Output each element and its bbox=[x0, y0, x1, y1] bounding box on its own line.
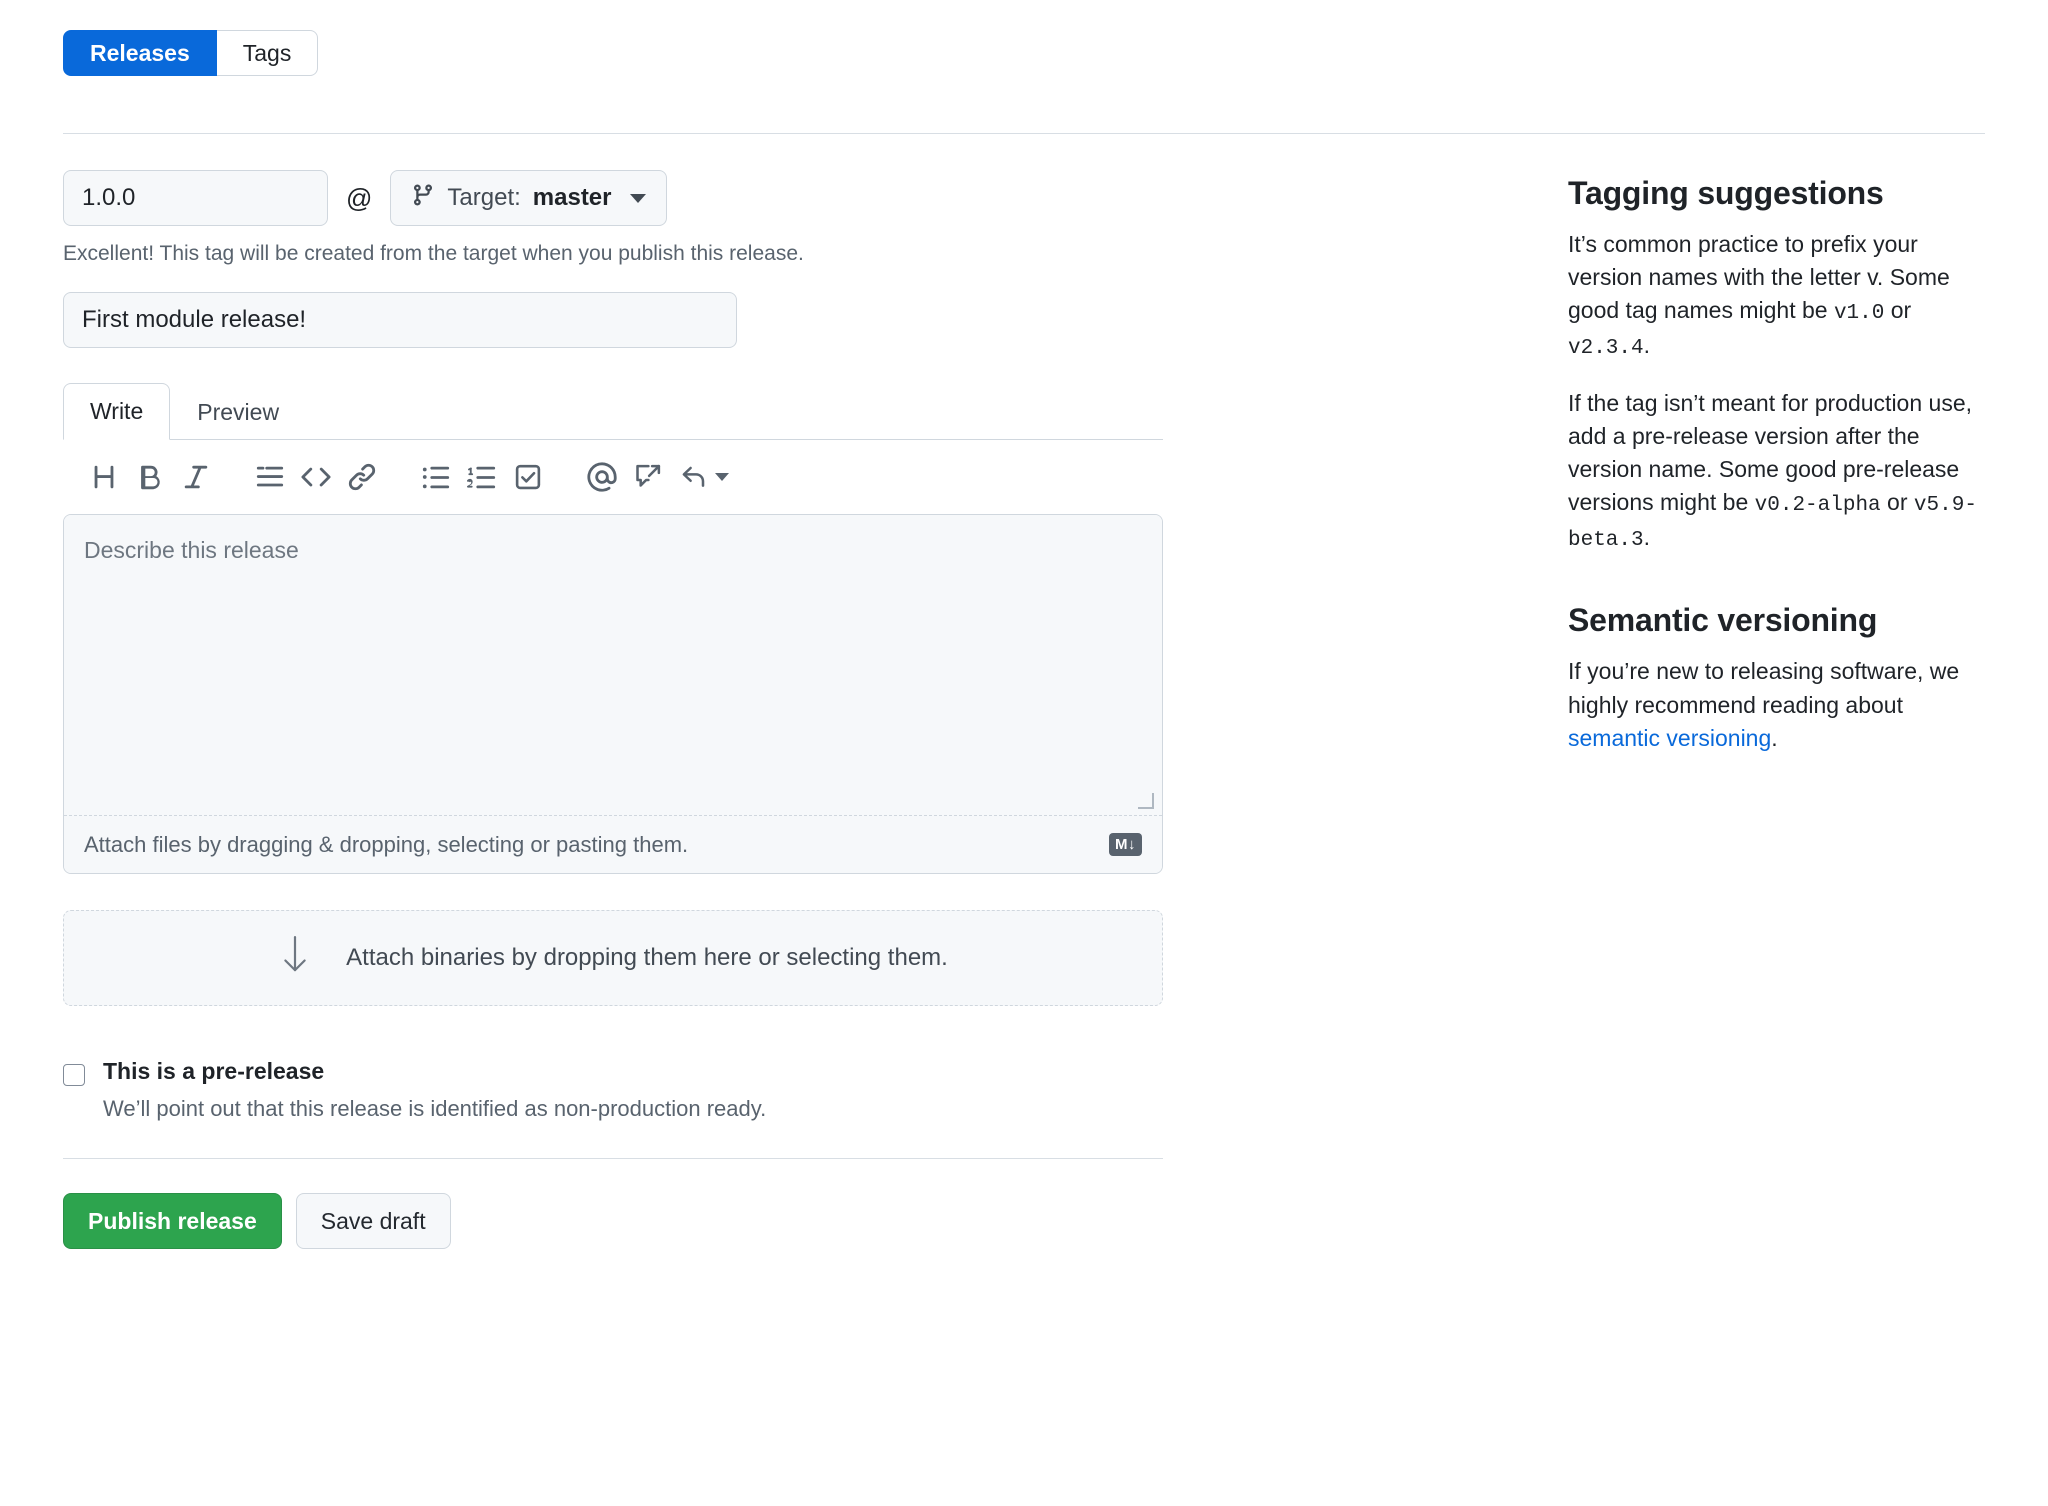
unordered-list-icon[interactable] bbox=[413, 454, 459, 500]
italic-icon[interactable] bbox=[173, 454, 219, 500]
tagging-p1-text-c: . bbox=[1643, 332, 1651, 359]
target-branch-button[interactable]: Target: master bbox=[390, 170, 667, 226]
prerelease-description: We’ll point out that this release is ide… bbox=[103, 1096, 767, 1121]
form-actions: Publish release Save draft bbox=[63, 1193, 1523, 1249]
bold-icon[interactable] bbox=[127, 454, 173, 500]
attach-files-text[interactable]: Attach files by dragging & dropping, sel… bbox=[84, 832, 688, 858]
publish-release-button[interactable]: Publish release bbox=[63, 1193, 282, 1249]
heading-icon[interactable] bbox=[81, 454, 127, 500]
mention-icon[interactable] bbox=[579, 454, 625, 500]
sidebar: Tagging suggestions It’s common practice… bbox=[1568, 175, 1988, 777]
tagging-paragraph-1: It’s common practice to prefix your vers… bbox=[1568, 228, 1988, 365]
tag-example-v2: v2.3.4 bbox=[1568, 337, 1644, 361]
editor-tabs: Write Preview bbox=[63, 382, 1163, 440]
semver-text-a: If you’re new to releasing software, we … bbox=[1568, 658, 1960, 718]
download-arrow-icon bbox=[278, 933, 312, 984]
tag-helper-text: Excellent! This tag will be created from… bbox=[63, 242, 804, 265]
markdown-editor: Attach files by dragging & dropping, sel… bbox=[63, 514, 1163, 874]
tag-row: @ Target: master bbox=[63, 170, 1523, 226]
saved-reply-icon[interactable] bbox=[671, 454, 717, 500]
prerelease-section: This is a pre-release We’ll point out th… bbox=[63, 1058, 1523, 1122]
toolbar-group-lists bbox=[413, 454, 579, 500]
semantic-versioning-heading: Semantic versioning bbox=[1568, 602, 1878, 639]
toolbar-group-block bbox=[247, 454, 413, 500]
tab-write[interactable]: Write bbox=[63, 383, 171, 440]
tab-preview[interactable]: Preview bbox=[170, 384, 306, 440]
releases-tags-tabs: Releases Tags bbox=[63, 30, 319, 76]
release-form: @ Target: master Excellent! This tag wil… bbox=[63, 170, 1523, 1249]
quote-icon[interactable] bbox=[247, 454, 293, 500]
tab-releases[interactable]: Releases bbox=[63, 30, 217, 76]
attach-files-footer: Attach files by dragging & dropping, sel… bbox=[64, 815, 1162, 873]
attach-binaries-dropzone[interactable]: Attach binaries by dropping them here or… bbox=[63, 910, 1163, 1006]
tag-version-input[interactable] bbox=[63, 170, 328, 226]
cross-reference-icon[interactable] bbox=[625, 454, 671, 500]
release-editor-page: Releases Tags @ Target: master Excellent… bbox=[0, 0, 2048, 1506]
tagging-p1-text-b: or bbox=[1884, 297, 1912, 324]
tagging-p2-text-b: or bbox=[1880, 489, 1914, 516]
toolbar-group-text bbox=[81, 454, 247, 500]
prerelease-example-alpha: v0.2-alpha bbox=[1754, 494, 1881, 518]
prerelease-checkbox[interactable] bbox=[63, 1064, 85, 1086]
header-divider bbox=[63, 133, 1985, 134]
release-description-textarea[interactable] bbox=[64, 515, 1162, 815]
attach-binaries-text: Attach binaries by dropping them here or… bbox=[346, 944, 948, 971]
tagging-p2-text-c: . bbox=[1643, 524, 1651, 551]
semver-text-b: . bbox=[1771, 724, 1778, 751]
tagging-suggestions-heading: Tagging suggestions bbox=[1568, 175, 1884, 211]
prerelease-label[interactable]: This is a pre-release bbox=[103, 1058, 324, 1085]
prerelease-row: This is a pre-release bbox=[63, 1058, 1523, 1086]
git-branch-icon bbox=[411, 183, 435, 214]
target-branch-label: master bbox=[532, 184, 612, 211]
chevron-down-icon bbox=[629, 193, 646, 203]
tag-example-v1: v1.0 bbox=[1833, 302, 1885, 326]
markdown-badge-icon: M↓ bbox=[1109, 833, 1142, 856]
markdown-toolbar bbox=[63, 440, 1163, 514]
link-icon[interactable] bbox=[339, 454, 385, 500]
release-title-input[interactable] bbox=[63, 292, 737, 348]
semantic-versioning-paragraph: If you’re new to releasing software, we … bbox=[1568, 655, 1988, 754]
target-prefix-label: Target: bbox=[447, 184, 521, 211]
saved-reply-chevron-down-icon[interactable] bbox=[715, 473, 729, 481]
tab-tags[interactable]: Tags bbox=[216, 30, 319, 76]
save-draft-button[interactable]: Save draft bbox=[295, 1193, 451, 1249]
tagging-paragraph-2: If the tag isn’t meant for production us… bbox=[1568, 387, 1988, 557]
task-list-icon[interactable] bbox=[505, 454, 551, 500]
at-symbol: @ bbox=[346, 182, 373, 213]
form-divider bbox=[63, 1158, 1163, 1159]
code-icon[interactable] bbox=[293, 454, 339, 500]
toolbar-group-refs bbox=[579, 454, 729, 500]
semantic-versioning-link[interactable]: semantic versioning bbox=[1568, 725, 1771, 751]
ordered-list-icon[interactable] bbox=[459, 454, 505, 500]
